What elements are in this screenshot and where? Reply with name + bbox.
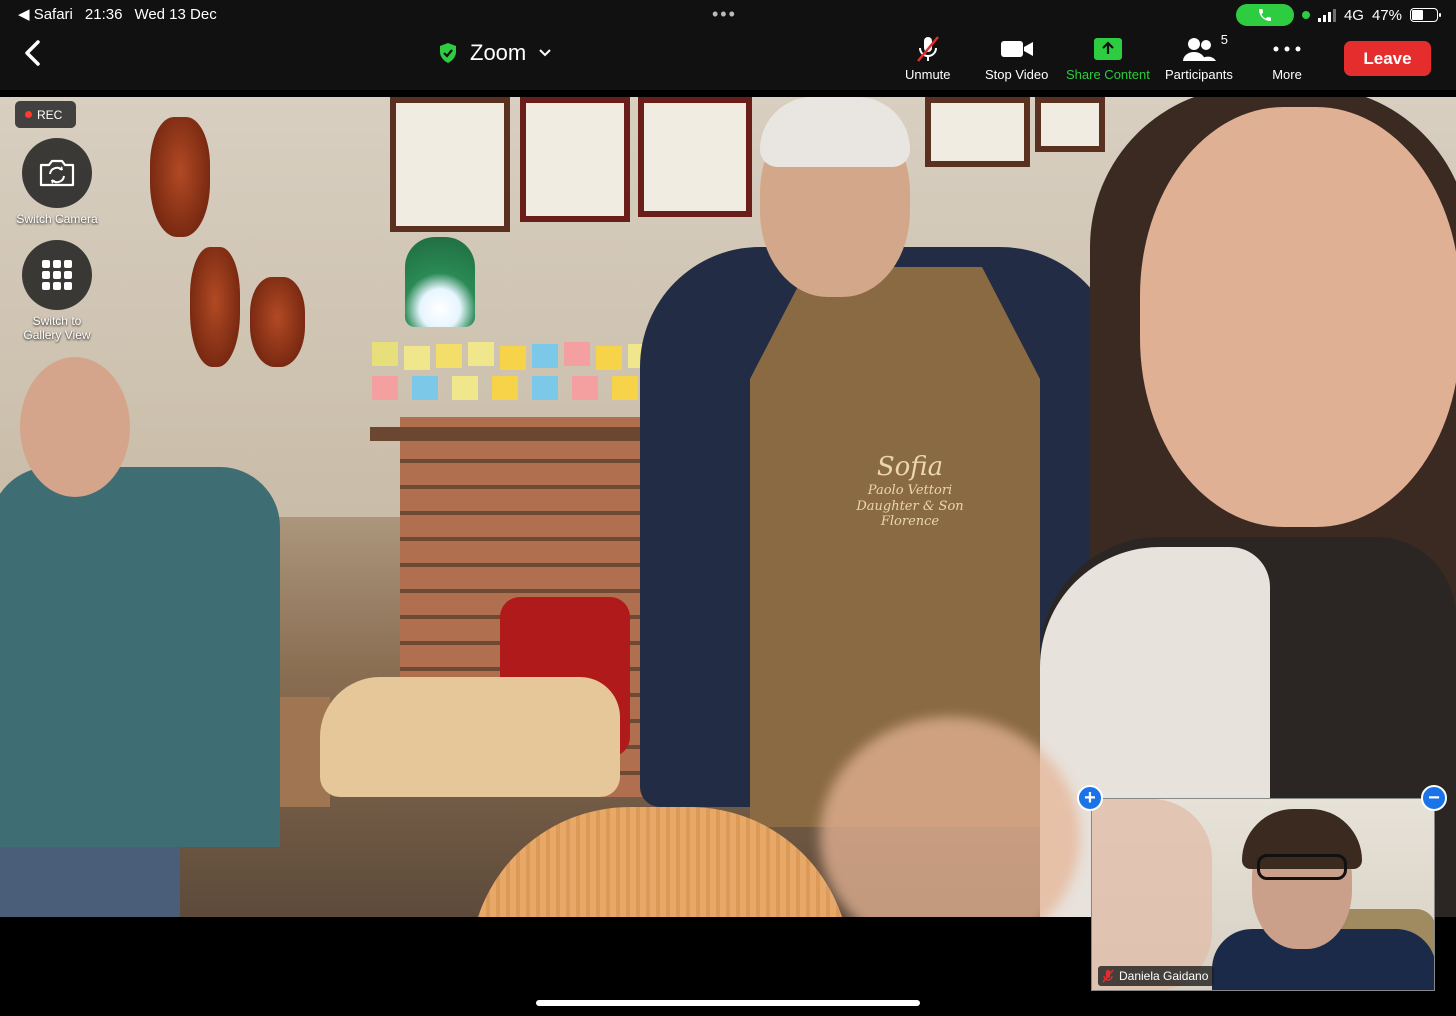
apron-line-2: Paolo Vettori: [867, 483, 953, 499]
participants-button[interactable]: 5 Participants: [1165, 32, 1233, 82]
share-arrow-up-icon: [1093, 38, 1122, 60]
participants-icon: [1182, 38, 1216, 61]
home-indicator[interactable]: [536, 1000, 920, 1006]
status-left: ◀ Safari 21:36 Wed 13 Dec: [18, 5, 217, 24]
hanging-violin: [250, 277, 305, 367]
active-speaker-video[interactable]: Sofia Paolo Vettori Daughter & Son Flore…: [0, 97, 1456, 917]
multitasking-dots-icon[interactable]: •••: [712, 4, 737, 25]
battery-icon: [1410, 8, 1441, 22]
self-name: Daniela Gaidano: [1119, 969, 1209, 983]
back-to-app-link[interactable]: ◀ Safari: [18, 5, 73, 23]
participant-left: [0, 357, 290, 847]
battery-percent: 47%: [1371, 6, 1402, 24]
minus-icon: −: [1428, 787, 1440, 809]
shield-check-icon: [440, 43, 456, 63]
participants-label: Participants: [1165, 67, 1233, 82]
more-label: More: [1272, 67, 1302, 82]
share-content-button[interactable]: Share Content: [1066, 34, 1150, 82]
status-bar: ◀ Safari 21:36 Wed 13 Dec ••• 4G 47%: [0, 0, 1456, 28]
meeting-toolbar: Zoom Unmute Stop Video Share Content 5 P…: [0, 28, 1456, 90]
switch-camera-button[interactable]: Switch Camera: [7, 138, 107, 226]
apron-line-1: Sofia: [876, 452, 944, 482]
gallery-view-label: Switch to Gallery View: [23, 314, 91, 342]
participants-count: 5: [1220, 32, 1228, 47]
grid-icon: [42, 260, 72, 290]
active-call-pill[interactable]: [1235, 4, 1294, 26]
expand-thumbnail-button[interactable]: +: [1077, 785, 1103, 811]
microphone-muted-icon: [916, 36, 939, 62]
microphone-muted-icon: [1102, 969, 1114, 983]
more-button[interactable]: More: [1272, 34, 1302, 82]
minimize-thumbnail-button[interactable]: −: [1421, 785, 1447, 811]
phone-icon: [1258, 9, 1271, 21]
switch-camera-label: Switch Camera: [16, 212, 98, 226]
apron-line-3: Daughter & Son: [856, 498, 964, 514]
record-dot-icon: [25, 111, 32, 118]
thumb-glasses: [1257, 854, 1347, 880]
hanging-violin: [150, 117, 210, 237]
stop-video-button[interactable]: Stop Video: [985, 34, 1048, 82]
battery-fill: [1412, 10, 1423, 20]
plus-icon: +: [1084, 787, 1096, 809]
stop-video-label: Stop Video: [985, 67, 1049, 82]
status-time: 21:36: [84, 5, 123, 23]
back-chevron-icon[interactable]: [18, 36, 48, 70]
self-view-thumbnail[interactable]: Daniela Gaidano: [1091, 798, 1435, 991]
leave-button[interactable]: Leave: [1344, 41, 1431, 76]
mic-in-use-dot: [1301, 11, 1310, 19]
gallery-view-button[interactable]: Switch to Gallery View: [7, 240, 107, 342]
unmute-button[interactable]: Unmute: [905, 34, 951, 82]
apron-embroidery: Sofia Paolo Vettori Daughter & Son Flore…: [840, 452, 980, 530]
share-content-label: Share Content: [1066, 67, 1150, 82]
recording-indicator: REC: [15, 101, 76, 128]
status-date: Wed 13 Dec: [134, 5, 217, 23]
camera-switch-icon: [39, 159, 75, 187]
wall-certificate: [390, 97, 510, 232]
cello-scroll-carving: [320, 677, 620, 797]
network-type: 4G: [1343, 6, 1364, 24]
self-name-tag: Daniela Gaidano: [1098, 966, 1215, 986]
meeting-title: Zoom: [470, 40, 527, 65]
rec-label: REC: [37, 107, 63, 122]
hanging-violin: [190, 247, 240, 367]
desk-lamp: [405, 237, 475, 327]
unmute-label: Unmute: [905, 67, 951, 82]
signal-icon: [1317, 8, 1336, 22]
chevron-down-icon: [539, 49, 551, 57]
status-right: 4G 47%: [1235, 4, 1441, 26]
more-dots-icon: [1273, 46, 1301, 52]
blurred-hand: [1092, 799, 1212, 990]
video-camera-icon: [1000, 41, 1033, 57]
meeting-title-dropdown[interactable]: Zoom: [438, 40, 552, 66]
apron-line-4: Florence: [880, 514, 940, 530]
